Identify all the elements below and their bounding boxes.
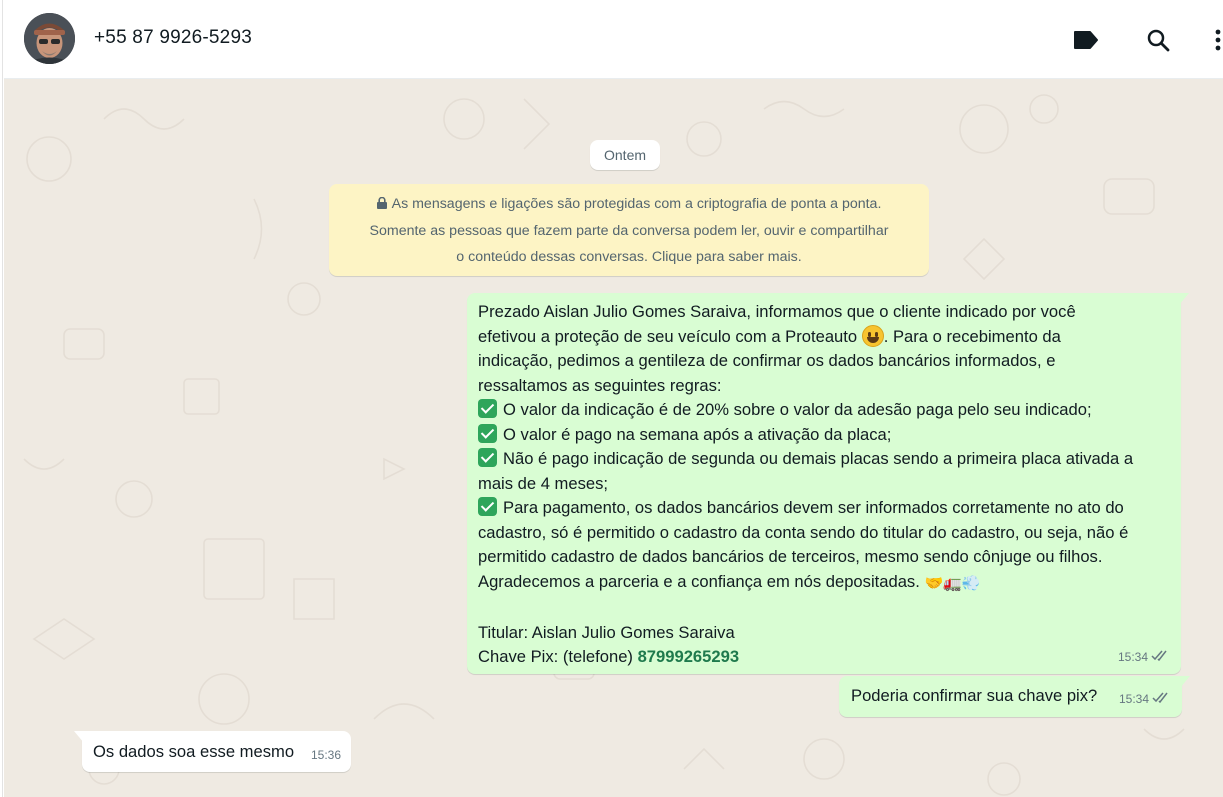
message-meta: 15:34	[1118, 645, 1169, 670]
encryption-line-2: Somente as pessoas que fazem parte da co…	[369, 223, 889, 239]
message-line: indicação, pedimos a gentileza de confir…	[478, 351, 1056, 370]
message-line: Chave Pix: (telefone) 87999265293	[478, 647, 740, 666]
double-check-icon	[1151, 645, 1169, 670]
message-line: Titular: Aislan Julio Gomes Saraiva	[478, 622, 735, 642]
message-bubble-outgoing[interactable]: Prezado Aislan Julio Gomes Saraiva, info…	[467, 293, 1189, 674]
rule-line: O valor é pago na semana após a ativação…	[478, 423, 1171, 448]
bubble-tail	[1179, 293, 1189, 305]
chat-header: +55 87 9926-5293	[4, 0, 1223, 79]
menu-icon[interactable]	[1212, 26, 1223, 54]
message-time: 15:34	[1117, 649, 1148, 664]
message-line: ressaltamos as seguintes regras:	[478, 375, 722, 395]
message-meta: 15:36	[311, 743, 341, 768]
message-time: 15:36	[310, 747, 341, 762]
message-line: mais de 4 meses;	[478, 473, 609, 493]
rule-line: Para pagamento, os dados bancários devem…	[478, 496, 1171, 521]
window-edge	[0, 0, 3, 797]
encryption-line-3: o conteúdo dessas conversas. Clique para…	[456, 249, 802, 265]
avatar[interactable]	[24, 13, 75, 64]
message-bubble-outgoing[interactable]: Poderia confirmar sua chave pix? 15:34	[839, 676, 1190, 717]
rule-line: Não é pago indicação de segunda ou demai…	[478, 447, 1171, 472]
pix-key-link[interactable]: 87999265293	[638, 647, 740, 666]
truck-icon: 🚛	[943, 574, 962, 592]
grinning-face-icon	[861, 324, 884, 347]
message-meta: 15:34	[1119, 687, 1170, 712]
lock-icon	[376, 192, 387, 218]
date-chip: Ontem	[590, 140, 661, 170]
chat-area[interactable]: Ontem As mensagens e ligações são proteg…	[4, 79, 1223, 797]
search-icon[interactable]	[1144, 26, 1172, 54]
encryption-line-1: As mensagens e ligações são protegidas c…	[391, 196, 882, 212]
message-line: permitido cadastro de dados bancários de…	[478, 547, 1103, 566]
check-mark-icon	[478, 448, 497, 467]
check-mark-icon	[478, 423, 497, 443]
contact-name[interactable]: +55 87 9926-5293	[94, 27, 252, 49]
message-line: efetivou a proteção de seu veículo com a…	[478, 324, 1061, 347]
check-mark-icon	[478, 497, 497, 516]
message-text: Os dados soa esse mesmo	[93, 742, 295, 761]
label-icon[interactable]	[1072, 26, 1100, 54]
dash-icon: 💨	[961, 574, 981, 592]
rule-line: O valor da indicação é de 20% sobre o va…	[478, 398, 1171, 423]
encryption-notice[interactable]: As mensagens e ligações são protegidas c…	[329, 184, 929, 276]
message-time: 15:34	[1118, 691, 1149, 706]
message-line: Agradecemos a parceria e a confiança em …	[478, 570, 1171, 597]
handshake-icon: 🤝	[924, 574, 944, 592]
check-mark-icon	[478, 399, 497, 418]
message-bubble-incoming[interactable]: Os dados soa esse mesmo 15:36	[74, 731, 351, 772]
bubble-tail	[74, 731, 84, 743]
bubble-tail	[1180, 676, 1190, 688]
message-line: cadastro, só é permitido o cadastro da c…	[478, 522, 1129, 542]
message-text: Poderia confirmar sua chave pix?	[851, 686, 1098, 705]
message-line: Prezado Aislan Julio Gomes Saraiva, info…	[478, 302, 1076, 321]
double-check-icon	[1152, 687, 1170, 712]
